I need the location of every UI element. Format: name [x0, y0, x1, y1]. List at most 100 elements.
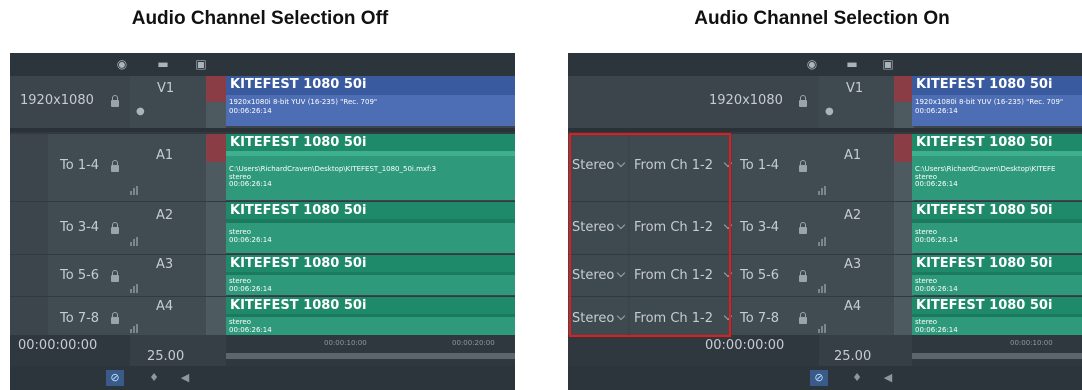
film-icon[interactable]: ▣: [880, 57, 896, 71]
lock-icon[interactable]: [111, 312, 119, 324]
audio-track-a3: To 5-6 A3 KITEFEST 1080 50i stereo 00:06…: [10, 255, 515, 296]
timeline-ruler[interactable]: [226, 353, 515, 359]
video-resolution: 1920x1080: [709, 93, 783, 108]
video-track-v1: 1920x1080 V1 ● KITEFEST 1080 50i 1920x10…: [568, 76, 1082, 128]
timeline-ruler[interactable]: [912, 353, 1082, 359]
track-name: A4: [844, 299, 862, 314]
track-name: V1: [846, 81, 864, 96]
route-label: To 5-6: [740, 268, 780, 283]
meter-icon[interactable]: [818, 284, 828, 293]
lock-icon[interactable]: [799, 160, 807, 172]
timeline-panel-on: ◉ ▬ ▣ 1920x1080 V1 ● KITEFEST 1080 50i 1…: [568, 53, 1082, 390]
audio-clip[interactable]: KITEFEST 1080 50i stereo 00:06:26:14: [912, 297, 1082, 335]
clip-duration: 00:06:26:14: [229, 180, 272, 188]
ruler-mark: 00:00:10:00: [324, 339, 367, 347]
ruler-mark: 00:00:10:00: [1010, 339, 1053, 347]
ruler-mark: 00:00:20:00: [452, 339, 495, 347]
hide-icon[interactable]: ⊘: [106, 370, 124, 386]
clip-duration: 00:06:26:14: [229, 285, 272, 293]
meter-icon[interactable]: [130, 237, 140, 246]
eye-icon[interactable]: ◉: [114, 57, 130, 71]
channel-selection-highlight: [569, 133, 731, 337]
clip-title: KITEFEST 1080 50i: [916, 298, 1053, 313]
track-name: A4: [156, 299, 174, 314]
speaker-icon[interactable]: ◀: [879, 370, 897, 386]
clip-duration: 00:06:26:14: [915, 236, 958, 244]
clip-format: 1920x1080i 8-bit YUV (16-235) "Rec. 709": [229, 98, 378, 106]
audio-clip[interactable]: KITEFEST 1080 50i stereo 00:06:26:14: [226, 255, 515, 295]
timecode-display[interactable]: 00:00:00:00: [705, 338, 784, 353]
track-name: A3: [156, 257, 174, 272]
caption-off: Audio Channel Selection Off: [131, 8, 389, 29]
lock-icon[interactable]: [799, 95, 807, 107]
meter-icon[interactable]: [130, 186, 140, 195]
clip-duration: 00:06:26:14: [915, 107, 958, 115]
audio-track-a4: To 7-8 A4 KITEFEST 1080 50i stereo 00:06…: [10, 297, 515, 335]
meter-icon[interactable]: [818, 324, 828, 333]
route-label: To 1-4: [60, 158, 100, 173]
speaker-icon[interactable]: ◀: [176, 370, 194, 386]
meter-icon[interactable]: [130, 324, 140, 333]
timeline-panel-off: ◉ ▬ ▣ 1920x1080 V1 ● KITEFEST 1080 50i 1…: [10, 53, 515, 390]
timecode-bar: 00:00:00:00 25.00 00:00:10:00: [568, 335, 1082, 366]
meter-icon[interactable]: [130, 284, 140, 293]
audio-clip[interactable]: KITEFEST 1080 50i stereo 00:06:26:14: [226, 297, 515, 335]
lock-icon[interactable]: [111, 160, 119, 172]
audio-clip[interactable]: KITEFEST 1080 50i C:\Users\RichardCraven…: [226, 134, 515, 200]
caption-on: Audio Channel Selection On: [694, 8, 950, 29]
route-label: To 7-8: [740, 311, 780, 326]
track-header-toolbar: ◉ ▬ ▣: [568, 53, 1082, 76]
comment-icon[interactable]: ●: [825, 106, 834, 117]
clip-path: C:\Users\RichardCraven\Desktop\KITEFEST_…: [229, 165, 437, 173]
meter-icon[interactable]: [818, 186, 828, 195]
marker-icon[interactable]: ♦: [145, 370, 163, 386]
clip-title: KITEFEST 1080 50i: [230, 203, 367, 218]
track-name: A1: [844, 148, 862, 163]
waveform: [912, 151, 1082, 156]
clip-title: KITEFEST 1080 50i: [230, 135, 367, 150]
timecode-bar: 00:00:00:00 25.00 00:00:10:00 00:00:20:0…: [10, 335, 515, 366]
eye-icon[interactable]: ◉: [804, 57, 820, 71]
track-name: A1: [156, 148, 174, 163]
audio-clip[interactable]: KITEFEST 1080 50i stereo 00:06:26:14: [912, 255, 1082, 295]
route-label: To 5-6: [60, 268, 100, 283]
lock-icon[interactable]: [799, 222, 807, 234]
audio-track-a2: To 3-4 A2 KITEFEST 1080 50i stereo 00:06…: [10, 202, 515, 254]
film-icon[interactable]: ▣: [193, 57, 209, 71]
clip-title: KITEFEST 1080 50i: [230, 256, 367, 271]
clip-format: 1920x1080i 8-bit YUV (16-235) "Rec. 709": [915, 98, 1064, 106]
lock-icon[interactable]: [111, 270, 119, 282]
route-label: To 1-4: [740, 158, 780, 173]
track-name: V1: [157, 81, 175, 96]
clip-duration: 00:06:26:14: [229, 236, 272, 244]
bottom-toolbar: ⊘ ♦ ◀: [10, 366, 515, 390]
lock-icon[interactable]: [111, 222, 119, 234]
clip-title: KITEFEST 1080 50i: [916, 77, 1053, 92]
audio-clip[interactable]: KITEFEST 1080 50i stereo 00:06:26:14: [226, 202, 515, 253]
track-header-toolbar: ◉ ▬ ▣: [10, 53, 515, 76]
monitor-icon[interactable]: ▬: [844, 57, 860, 71]
video-clip[interactable]: KITEFEST 1080 50i 1920x1080i 8-bit YUV (…: [226, 76, 515, 126]
frame-rate: 25.00: [834, 349, 872, 364]
video-clip[interactable]: KITEFEST 1080 50i 1920x1080i 8-bit YUV (…: [912, 76, 1082, 126]
meter-icon[interactable]: [818, 237, 828, 246]
marker-icon[interactable]: ♦: [848, 370, 866, 386]
route-label: To 3-4: [740, 220, 780, 235]
lock-icon[interactable]: [111, 95, 119, 107]
lock-icon[interactable]: [799, 270, 807, 282]
hide-icon[interactable]: ⊘: [810, 370, 828, 386]
frame-rate: 25.00: [147, 349, 185, 364]
waveform: [226, 151, 515, 156]
lock-icon[interactable]: [799, 312, 807, 324]
clip-title: KITEFEST 1080 50i: [916, 256, 1053, 271]
clip-duration: 00:06:26:14: [229, 107, 272, 115]
clip-duration: 00:06:26:14: [915, 180, 958, 188]
monitor-icon[interactable]: ▬: [155, 57, 171, 71]
clip-title: KITEFEST 1080 50i: [916, 135, 1053, 150]
audio-clip[interactable]: KITEFEST 1080 50i C:\Users\RichardCraven…: [912, 134, 1082, 200]
clip-duration: 00:06:26:14: [915, 326, 958, 334]
route-label: To 3-4: [60, 220, 100, 235]
comment-icon[interactable]: ●: [136, 106, 145, 117]
timecode-display[interactable]: 00:00:00:00: [18, 338, 97, 353]
audio-clip[interactable]: KITEFEST 1080 50i stereo 00:06:26:14: [912, 202, 1082, 253]
